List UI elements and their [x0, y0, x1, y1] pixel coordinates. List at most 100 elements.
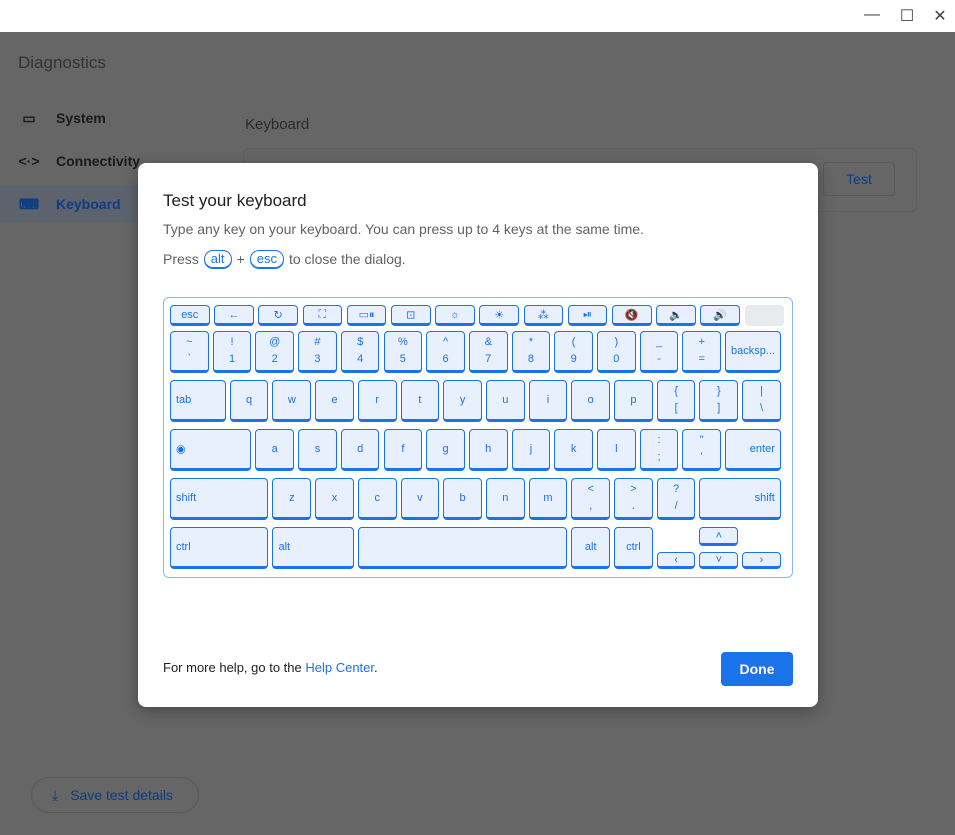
key-label: r — [375, 394, 380, 406]
key-top-10: 🔇 — [612, 305, 652, 326]
key-label: / — [674, 500, 678, 512]
key-x-3-2: x — [315, 478, 354, 520]
key-label: ◉ — [176, 443, 186, 456]
key-label: . — [631, 500, 635, 512]
key-label: ↻ — [273, 309, 283, 321]
title-bar: — ☐ ✕ — [0, 0, 955, 32]
key-top-7: ☀ — [479, 305, 519, 326]
key-label: alt — [278, 541, 291, 553]
key-top-11: 🔈 — [656, 305, 696, 326]
key-label: - — [657, 353, 661, 365]
key-top-3: ⛶ — [302, 305, 343, 326]
key-label: tab — [176, 394, 192, 406]
key-4-0-4: $4 — [340, 331, 380, 373]
minimize-button[interactable]: — — [862, 6, 882, 24]
key-label: h — [485, 443, 492, 455]
key-3-0-3: #3 — [298, 331, 337, 373]
press-text: Press — [163, 251, 199, 267]
connectivity-icon: <·> — [18, 153, 40, 169]
key-label: ‹ — [674, 553, 678, 566]
key-label: 3 — [314, 353, 321, 365]
key-label: l — [615, 443, 618, 455]
key-label: 0 — [613, 353, 620, 365]
test-button[interactable]: Test — [823, 162, 895, 196]
key-label: ˄ — [715, 529, 723, 542]
press-suffix: to close the dialog. — [288, 251, 406, 267]
dialog-subtitle: Type any key on your keyboard. You can p… — [163, 221, 644, 237]
arrow-left-key: ‹ — [656, 552, 696, 569]
key-label: j — [529, 443, 533, 455]
key-label: p — [630, 394, 637, 406]
key-label: ⊡ — [406, 309, 416, 321]
key-label: shift — [176, 492, 197, 504]
key-label: ! — [230, 336, 234, 348]
sidebar-item-label: System — [56, 110, 106, 126]
key-top-12: 🔊 — [700, 305, 740, 326]
arrow-down-key: ˅ — [699, 552, 739, 569]
key-label: 1 — [228, 353, 236, 365]
key-label: i — [546, 394, 550, 406]
key-top-8: ⁂ — [523, 305, 564, 326]
key-i-1-8: i — [528, 380, 568, 422]
key-enter-2-12: enter — [725, 429, 781, 471]
key-y-1-6: y — [443, 380, 482, 422]
key-9-0-9: (9 — [554, 331, 593, 373]
key-l-2-9: l — [597, 429, 636, 471]
done-button[interactable]: Done — [721, 652, 793, 686]
key-label: 🔊 — [713, 309, 727, 321]
key-label: 🔇 — [624, 309, 639, 321]
key-top-4: ▭⏸ — [346, 305, 387, 326]
key-label: alt — [584, 541, 597, 553]
key-label: ˅ — [715, 553, 723, 566]
key-label: < — [587, 483, 594, 495]
key-label: k — [570, 443, 577, 455]
key-label: shift — [754, 492, 775, 504]
key-label: ) — [614, 336, 619, 348]
close-button[interactable]: ✕ — [930, 6, 950, 26]
key-label: 7 — [485, 353, 492, 365]
key-label: } — [716, 385, 721, 397]
key-k-2-8: k — [554, 429, 593, 471]
key-2-0-2: @2 — [255, 331, 295, 373]
maximize-button[interactable]: ☐ — [897, 6, 917, 26]
key-label: : — [657, 434, 661, 446]
help-center-link[interactable]: Help Center — [305, 660, 374, 675]
key-label: & — [484, 336, 492, 348]
save-test-details-button[interactable]: ⤓ Save test details — [31, 777, 199, 813]
key-label: v — [417, 492, 423, 504]
key--1-11: {[ — [656, 380, 696, 422]
key-label: + — [698, 336, 705, 348]
key-label: 4 — [357, 353, 364, 365]
section-title: Keyboard — [245, 116, 310, 133]
key-d-2-3: d — [340, 429, 380, 471]
key-top-1: ← — [214, 305, 254, 326]
key-ctrl-4-4: ctrl — [614, 527, 653, 569]
key-6-0-6: ^ 6 — [426, 331, 465, 373]
key-top-13 — [744, 305, 785, 326]
key--1-12: }] — [699, 380, 739, 422]
key-b-3-5: b — [443, 478, 482, 520]
key-top-2: ↻ — [258, 305, 298, 326]
sidebar-item-system[interactable]: ▭ System — [0, 100, 240, 136]
key--2-10: :; — [639, 429, 679, 471]
key-label: _ — [655, 336, 663, 348]
key-label: 🔈 — [669, 309, 683, 321]
key-a-2-1: a — [255, 429, 295, 471]
key-label: % — [397, 336, 408, 348]
key-z-3-1: z — [272, 478, 312, 520]
sidebar-item-keyboard[interactable]: ⌨ Keyboard — [0, 186, 150, 222]
key--3-10: ? / — [656, 478, 696, 520]
key--0-12: + = — [682, 331, 722, 373]
keyboard-tester-dialog: Test your keyboard Type any key on your … — [138, 163, 818, 707]
key-f-2-4: f — [383, 429, 423, 471]
key-label: w — [287, 394, 296, 406]
key-0-0-10: ) 0 — [597, 331, 636, 373]
key-label: g — [442, 443, 449, 455]
key-s-2-2: s — [298, 429, 337, 471]
key-label: q — [246, 394, 253, 406]
key--2-11: " ' — [682, 429, 722, 471]
key-label: > — [630, 483, 637, 495]
key-label: # — [314, 336, 321, 348]
key-7-0-7: & 7 — [468, 331, 508, 373]
key-label: ' — [700, 451, 703, 463]
